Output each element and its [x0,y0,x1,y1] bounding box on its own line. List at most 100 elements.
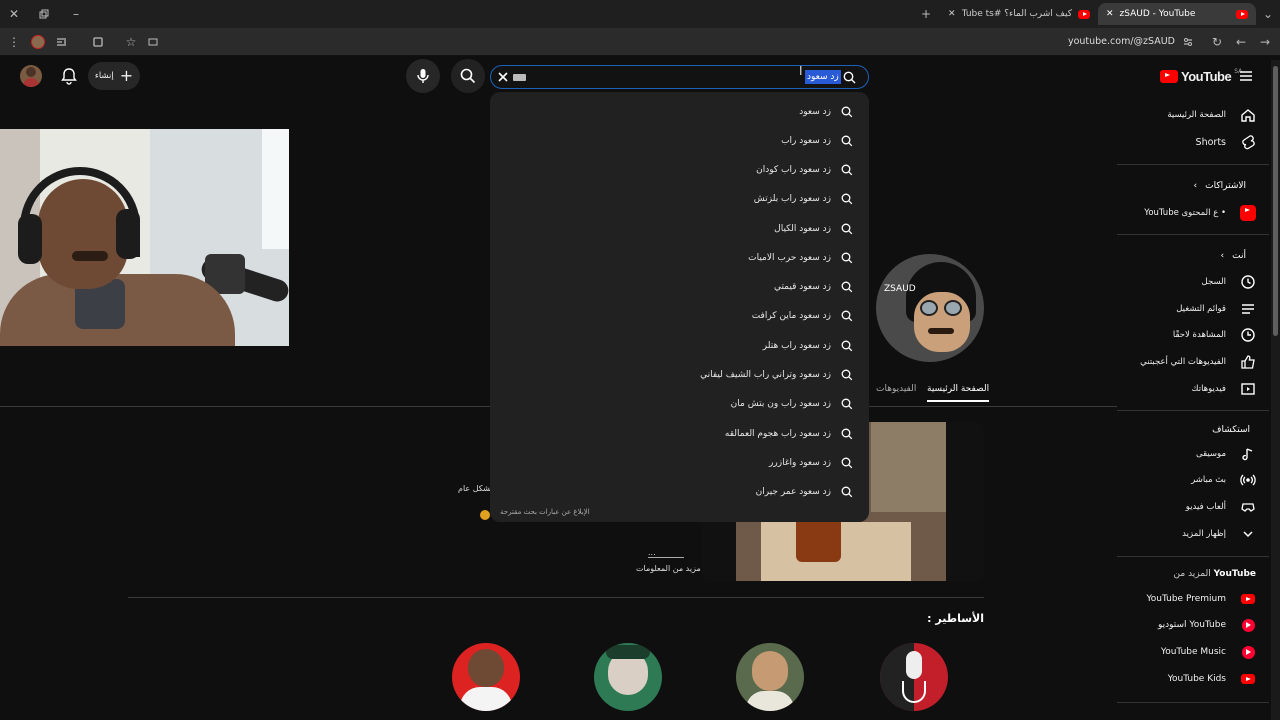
subscriptions-heading[interactable]: ‹ الاشتراكات [1194,181,1246,191]
sidebar-item[interactable]: YouTube Music [1161,639,1256,665]
search-suggestion-item[interactable]: زد سعود حرب الاميات [748,246,853,270]
sidebar-item[interactable]: Shorts [1196,129,1256,155]
address-url[interactable]: youtube.com/@zSAUD [1020,36,1175,47]
youtube-logo[interactable]: YouTube SA [1160,68,1242,84]
account-avatar[interactable] [20,65,42,87]
search-suggestion-item[interactable]: زد سعود راب ون بتش مان [731,392,853,416]
sidebar-item[interactable]: فيديوهاتك [1192,376,1256,402]
create-button[interactable]: إنشاء + [88,62,140,90]
sidebar-item[interactable]: إظهار المزيد [1182,521,1256,547]
search-suggestion-item[interactable]: زد سعود عمر جيران [756,480,853,504]
suggestion-text: زد سعود راب بلزتش [753,194,831,204]
search-suggestion-item[interactable]: زد سعود راب كودان [756,158,853,182]
search-suggestion-item[interactable]: زد سعود وتراني راب الشيف ليفاني [700,363,853,387]
reload-icon[interactable]: ↻ [1207,32,1227,52]
yt-music-icon [1240,644,1256,660]
tab-channel-home[interactable]: الصفحة الرئيسية [927,384,990,402]
scrollbar-thumb[interactable] [1273,66,1278,336]
search-icon [841,340,853,352]
puzzle-icon[interactable] [88,32,108,52]
back-icon[interactable]: ← [1231,32,1251,52]
legend-avatar-2[interactable] [594,643,662,711]
tab-channel-videos[interactable]: الفيديوهات [876,384,916,394]
voice-search-button[interactable] [406,59,440,93]
tab-search-chevron-icon[interactable]: ⌄ [1258,4,1278,24]
hamburger-menu-icon[interactable] [1238,68,1254,84]
sidebar-item-subscription[interactable]: YouTube ع المحتوى • [1144,200,1256,226]
keyboard-icon[interactable] [513,74,526,81]
chevron-left-icon: ‹ [1220,251,1225,261]
search-submit-button[interactable] [451,59,485,93]
forward-icon[interactable]: → [1255,32,1275,52]
suggestion-text: زد سعود راب هجوم العمالقه [724,429,831,439]
yt-kids-icon [1240,671,1256,687]
emoji-icon [480,510,490,520]
sidebar-item[interactable]: ألعاب فيديو [1186,494,1256,520]
more-heading-prefix: المزيد من [1173,569,1211,579]
search-suggestion-item[interactable]: زد سعود واغازرر [769,451,853,475]
suggestion-text: زد سعود [799,107,831,117]
sidebar-item[interactable]: قوائم التشغيل [1176,296,1256,322]
tab-close-icon[interactable]: ✕ [1106,9,1114,19]
extension-icon[interactable] [52,32,72,52]
search-icon [841,223,853,235]
sidebar-item-label: ألعاب فيديو [1185,502,1226,512]
search-suggestion-item[interactable]: زد سعود راب هتلر [763,334,853,358]
window-minimize-icon[interactable]: – [66,4,86,24]
home-icon [1240,107,1256,123]
bookmark-star-icon[interactable]: ☆ [121,32,141,52]
new-tab-icon[interactable]: + [916,4,936,24]
sidebar-item[interactable]: بث مباشر [1191,467,1256,493]
ellipsis-text: ... [648,548,684,558]
notifications-bell-icon[interactable] [60,67,78,85]
search-suggestion-item[interactable]: زد سعود قيمتي [774,275,853,299]
window-close-icon[interactable]: ✕ [4,4,24,24]
search-icon [841,486,853,498]
sidebar-item[interactable]: المشاهدة لاحقًا [1173,322,1256,348]
sidebar-item[interactable]: استوديو YouTube [1158,612,1256,638]
tab-inactive[interactable]: ✕ كيف اشرب الماء؟ #YouTube ts [940,3,1098,25]
suggestion-text: زد سعود راب كودان [756,165,831,175]
sidebar-item-label: Shorts [1195,136,1226,148]
search-suggestion-item[interactable]: زد سعود راب [781,129,853,153]
tab-active[interactable]: ✕ zSAUD - YouTube [1098,3,1256,25]
window-restore-icon[interactable] [34,4,54,24]
channel-avatar: ZSAUD [876,254,984,362]
profile-icon[interactable] [28,32,48,52]
sidebar-item[interactable]: الفيديوهات التي أعجبتني [1140,349,1256,375]
search-icon [841,281,853,293]
search-suggestion-item[interactable]: زد سعود الكيال [774,217,853,241]
search-icon [841,164,853,176]
sidebar-item[interactable]: YouTube Premium [1146,586,1256,612]
search-suggestion-item[interactable]: زد سعود [799,100,853,124]
page-scrollbar[interactable] [1271,60,1280,720]
chevron-left-icon: ‹ [1193,181,1198,191]
menu-dots-icon[interactable]: ⋮ [4,32,24,52]
sidebar-item[interactable]: موسيقى [1196,441,1256,467]
search-suggestion-item[interactable]: زد سعود راب بلزتش [754,187,853,211]
sidebar-item-label: YouTube Premium [1146,594,1226,604]
youtube-logo-icon [1160,70,1178,83]
search-suggestion-item[interactable]: زد سعود ماين كرافت [752,304,853,328]
page-info-icon[interactable] [143,32,163,52]
clear-search-icon[interactable] [496,70,510,84]
sidebar-item[interactable]: السجل [1202,269,1256,295]
search-input[interactable]: زد سعود [805,70,841,84]
youtube-favicon-icon [1236,9,1248,19]
search-icon [841,310,853,322]
more-info-link[interactable]: مزيد من المعلومات [636,564,701,573]
search-box[interactable]: I زد سعود [490,64,869,89]
tab-close-icon[interactable]: ✕ [948,9,956,19]
sidebar-item[interactable]: الصفحة الرئيسية [1167,102,1256,128]
sidebar-item[interactable]: YouTube Kids [1168,666,1256,692]
legend-avatar-1[interactable] [452,643,520,711]
legend-avatar-3[interactable] [736,643,804,711]
live-icon [1240,472,1256,488]
search-suggestion-item[interactable]: زد سعود راب هجوم العمالقه [725,422,853,446]
search-icon [841,106,853,118]
search-icon [841,398,853,410]
report-suggestions-link[interactable]: الإبلاغ عن عبارات بحث مقترحة [500,508,590,516]
site-settings-icon[interactable] [1178,32,1198,52]
legend-avatar-4[interactable] [880,643,948,711]
you-heading[interactable]: ‹ أنت [1221,251,1246,261]
